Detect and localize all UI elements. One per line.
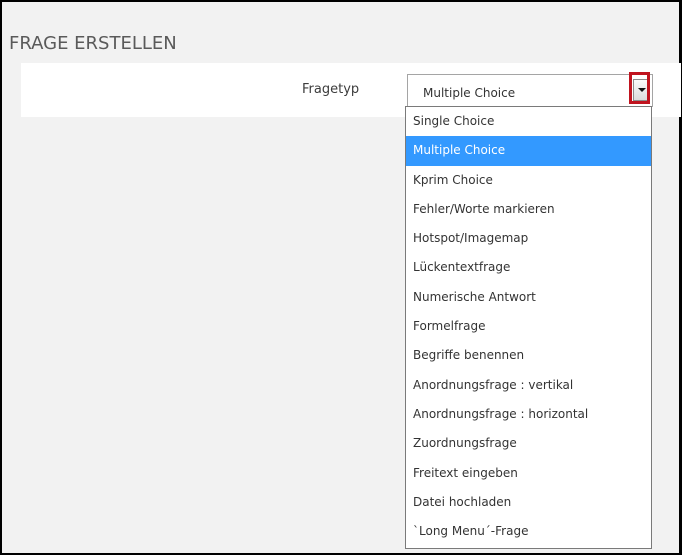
page-title: FRAGE ERSTELLEN	[9, 33, 177, 54]
dropdown-option[interactable]: Formelfrage	[406, 312, 651, 341]
question-type-label: Fragetyp	[302, 82, 360, 97]
question-type-dropdown-list: Single Choice Multiple Choice Kprim Choice…	[405, 106, 652, 549]
dropdown-option[interactable]: Zuordnungsfrage	[406, 429, 651, 458]
dropdown-option[interactable]: Begriffe benennen	[406, 341, 651, 370]
dropdown-option[interactable]: Numerische Antwort	[406, 283, 651, 312]
dropdown-option[interactable]: Kprim Choice	[406, 166, 651, 195]
question-type-select[interactable]: Multiple Choice	[407, 74, 653, 107]
dropdown-option[interactable]: Fehler/Worte markieren	[406, 195, 651, 224]
dropdown-option[interactable]: Freitext eingeben	[406, 459, 651, 488]
highlight-annotation	[629, 72, 650, 104]
dropdown-option[interactable]: Single Choice	[406, 107, 651, 136]
dropdown-option[interactable]: Lückentextfrage	[406, 253, 651, 282]
dropdown-option[interactable]: Anordnungsfrage : vertikal	[406, 371, 651, 400]
dropdown-option[interactable]: Hotspot/Imagemap	[406, 224, 651, 253]
select-value: Multiple Choice	[423, 86, 516, 100]
dropdown-option[interactable]: Datei hochladen	[406, 488, 651, 517]
dropdown-option[interactable]: Anordnungsfrage : horizontal	[406, 400, 651, 429]
dropdown-option[interactable]: Multiple Choice	[406, 136, 651, 166]
dropdown-option[interactable]: `Long Menu´-Frage	[406, 517, 651, 546]
